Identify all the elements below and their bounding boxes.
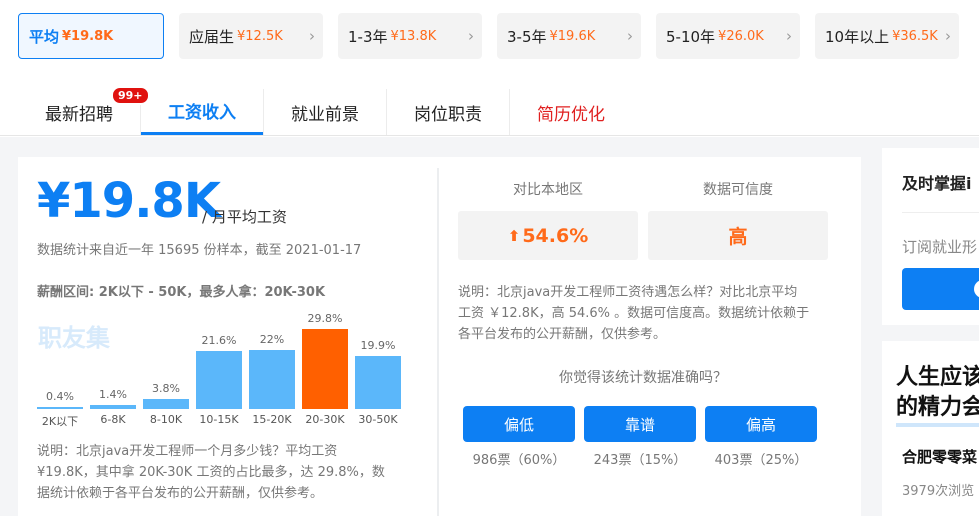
description-line: 说明：北京java开发工程师工资待遇怎么样？对比北京平均 xyxy=(458,285,798,300)
chart-category-label: 20-30K xyxy=(305,413,345,426)
chart-value-label: 19.9% xyxy=(360,339,396,352)
compare-description: 说明：北京java开发工程师工资待遇怎么样？对比北京平均 工资 ￥12.8K，高… xyxy=(458,282,838,345)
exp-tab-salary: ¥12.5K xyxy=(237,28,283,44)
chevron-right-icon: › xyxy=(468,27,474,45)
exp-tab-salary: ¥19.6K xyxy=(549,28,596,44)
subscribe-title: 及时掌握i xyxy=(902,174,972,193)
promo-views: 3979次浏览 xyxy=(902,484,975,499)
exp-tab-label: 1-3年 xyxy=(348,27,388,46)
exp-tab-graduate[interactable]: 应届生 ¥12.5K › xyxy=(179,13,323,59)
chevron-right-icon: › xyxy=(945,27,951,45)
toggle-knob-icon xyxy=(974,280,979,298)
chart-bar xyxy=(90,405,136,409)
description-line: 据统计依赖于各平台发布的公开薪酬，仅供参考。 xyxy=(37,486,324,501)
accuracy-question: 你觉得该统计数据准确吗？ xyxy=(559,370,727,386)
subscribe-text: 订阅就业形 xyxy=(902,238,978,256)
chart-value-label: 3.8% xyxy=(152,382,180,395)
description-line: 工资 ￥12.8K，高 54.6% 。数据可信度高。数据统计依赖于 xyxy=(458,306,810,321)
description-line: 各平台发布的公开薪酬，仅供参考。 xyxy=(458,327,667,342)
chart-value-label: 0.4% xyxy=(46,390,74,403)
description-line: 说明：北京java开发工程师一个月多少钱？平均工资 xyxy=(37,444,338,459)
average-salary: ¥19.8K xyxy=(37,173,221,229)
promo-title-line: 人生应该 xyxy=(896,365,979,390)
exp-tab-salary: ¥19.8K xyxy=(62,28,114,44)
exp-tab-average[interactable]: 平均 ¥19.8K xyxy=(18,13,164,59)
chart-category-label: 2K以下 xyxy=(41,415,79,428)
exp-tab-label: 10年以上 xyxy=(825,27,890,46)
vote-high-button[interactable]: 偏高 xyxy=(705,406,817,442)
chart-value-label: 1.4% xyxy=(99,388,127,401)
subscribe-divider xyxy=(902,212,979,213)
chart-category-label: 30-50K xyxy=(358,413,398,426)
tab-salary-income[interactable]: 工资收入 xyxy=(141,89,263,135)
watermark-logo: 职友集 xyxy=(38,324,110,352)
chart-bar xyxy=(355,356,401,409)
chart-value-label: 29.8% xyxy=(307,312,343,325)
exp-tab-salary: ¥26.0K xyxy=(718,28,764,44)
exp-tab-label: 平均 xyxy=(29,27,60,46)
chart-category-label: 6-8K xyxy=(100,413,126,426)
exp-tab-label: 应届生 xyxy=(189,27,235,46)
chart-bar xyxy=(196,351,242,409)
arrow-up-icon: ⬆ xyxy=(507,226,521,245)
exp-tab-5-10-years[interactable]: 5-10年 ¥26.0K › xyxy=(656,13,800,59)
data-confidence-value: 高 xyxy=(648,211,828,260)
exp-tab-3-5-years[interactable]: 3-5年 ¥19.6K › xyxy=(497,13,641,59)
promo-title-line: 的精力会 xyxy=(896,393,979,427)
chart-bar xyxy=(249,350,295,409)
salary-description: 说明：北京java开发工程师一个月多少钱？平均工资 ¥19.8K，其中拿 20K… xyxy=(37,441,417,504)
promo-title: 人生应该 的精力会 xyxy=(896,363,979,427)
tab-employment-outlook[interactable]: 就业前景 xyxy=(264,89,386,135)
chart-value-label: 22% xyxy=(259,333,285,346)
salary-unit: / 月平均工资 xyxy=(202,208,287,226)
exp-tab-10-plus-years[interactable]: 10年以上 ¥36.5K › xyxy=(815,13,959,59)
chart-category-label: 8-10K xyxy=(149,413,183,426)
tab-resume-optimization[interactable]: 简历优化 xyxy=(510,89,632,135)
vote-low-count: 986票（60%） xyxy=(472,453,566,468)
chart-category-label: 15-20K xyxy=(252,413,292,426)
stats-note: 数据统计来自近一年 15695 份样本，截至 2021-01-17 xyxy=(37,243,362,258)
chevron-right-icon: › xyxy=(786,27,792,45)
chevron-right-icon: › xyxy=(627,27,633,45)
promo-card: 人生应该 的精力会 合肥零零菜 3979次浏览 xyxy=(882,341,979,516)
salary-range: 薪酬区间: 2K以下 - 50K，最多人拿：20K-30K xyxy=(37,285,326,300)
vote-low-button[interactable]: 偏低 xyxy=(463,406,575,442)
exp-tab-salary: ¥13.8K xyxy=(390,28,437,44)
exp-tab-1-3-years[interactable]: 1-3年 ¥13.8K › xyxy=(338,13,482,59)
chevron-right-icon: › xyxy=(309,27,315,45)
compare-percent: 54.6% xyxy=(522,224,589,247)
tab-job-duties[interactable]: 岗位职责 xyxy=(387,89,509,135)
chart-category-label: 10-15K xyxy=(199,413,239,426)
description-line: ¥19.8K，其中拿 20K-30K 工资的占比最多，达 29.8%，数 xyxy=(37,465,385,480)
compare-region-title: 对比本地区 xyxy=(513,182,583,198)
new-jobs-badge: 99+ xyxy=(111,86,150,105)
exp-tab-salary: ¥36.5K xyxy=(892,28,938,44)
subscribe-card: 及时掌握i 订阅就业形 xyxy=(882,148,979,325)
vote-high-count: 403票（25%） xyxy=(714,453,808,468)
compare-region-value: ⬆ 54.6% xyxy=(458,211,638,260)
vote-accurate-count: 243票（15%） xyxy=(593,453,687,468)
promo-item[interactable]: 合肥零零菜 xyxy=(902,446,977,467)
chart-value-label: 21.6% xyxy=(201,334,237,347)
vote-accurate-button[interactable]: 靠谱 xyxy=(584,406,696,442)
chart-bar xyxy=(143,399,189,409)
card-divider xyxy=(437,168,439,516)
exp-tab-label: 5-10年 xyxy=(666,27,716,46)
exp-tab-label: 3-5年 xyxy=(507,27,547,46)
chart-bar xyxy=(37,407,83,409)
chart-bar xyxy=(302,329,348,409)
data-confidence-title: 数据可信度 xyxy=(703,182,773,198)
subscribe-button[interactable] xyxy=(902,268,979,310)
